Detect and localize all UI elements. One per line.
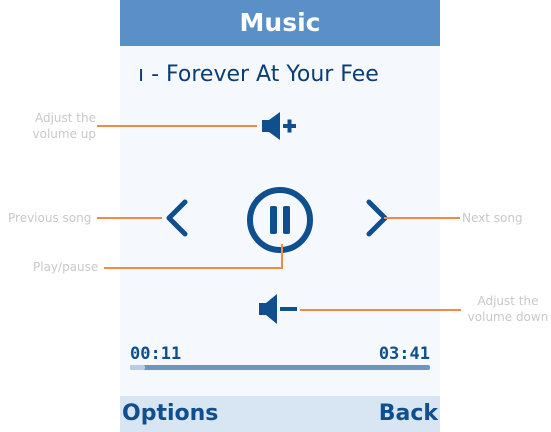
callout-line-volume-up	[97, 125, 257, 127]
total-time: 03:41	[378, 344, 430, 364]
label-volume-down: Adjust the volume down	[467, 294, 549, 324]
callout-line-play-v	[281, 244, 283, 269]
callout-line-previous	[97, 217, 162, 219]
label-play-pause: Play/pause	[33, 260, 99, 274]
label-volume-up: Adjust the volume up	[32, 111, 97, 141]
options-softkey[interactable]: Options	[122, 396, 218, 432]
softkey-bar: Options Back	[120, 396, 440, 432]
volume-down-icon[interactable]	[259, 293, 301, 325]
callout-line-volume-down	[300, 309, 461, 311]
progress-fill	[130, 365, 145, 370]
volume-up-icon[interactable]	[262, 111, 302, 141]
label-next: Next song	[462, 211, 523, 225]
progress-bar[interactable]	[130, 365, 430, 370]
now-playing-title: ı - Forever At Your Fee	[138, 62, 379, 87]
app-title: Music	[120, 0, 440, 46]
label-previous: Previous song	[8, 211, 92, 225]
callout-line-play-h	[104, 267, 283, 269]
previous-icon[interactable]	[164, 199, 190, 237]
elapsed-time: 00:11	[130, 344, 182, 364]
callout-line-next	[384, 217, 460, 219]
back-softkey[interactable]: Back	[379, 396, 438, 432]
music-player-screen: Music ı - Forever At Your Fee 00:11 03:4…	[120, 0, 440, 432]
pause-icon[interactable]	[245, 185, 315, 255]
